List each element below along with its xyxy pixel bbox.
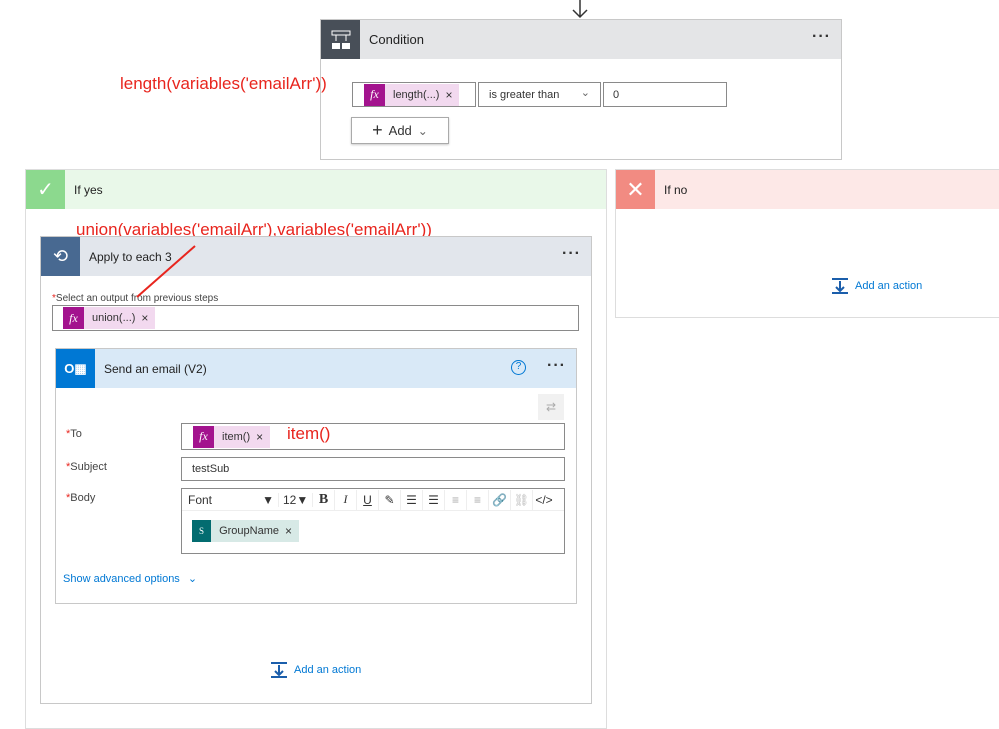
chevron-down-icon: ⌄ xyxy=(417,123,428,138)
x-icon: ✕ xyxy=(616,170,655,209)
more-options-icon[interactable]: ··· xyxy=(547,358,566,374)
if-no-title: If no xyxy=(664,182,688,197)
annotation-length: length(variables('emailArr')) xyxy=(120,74,327,93)
italic-icon[interactable]: I xyxy=(335,489,357,510)
expression-token[interactable]: fx union(...) × xyxy=(63,307,156,329)
chevron-down-icon: ⌄ xyxy=(187,573,198,585)
subject-field[interactable]: testSub xyxy=(181,457,565,481)
body-toolbar: Font ▼ 12▼ B I U ✎ ☰ ☰ ≡ ≡ 🔗 ⛓ </> xyxy=(182,489,564,511)
plus-icon: + xyxy=(372,120,383,140)
size-dropdown[interactable]: 12▼ xyxy=(279,492,313,507)
more-options-icon[interactable]: ··· xyxy=(812,29,831,45)
code-view-icon[interactable]: </> xyxy=(533,490,555,510)
token-label: item() xyxy=(222,430,251,443)
add-button[interactable]: + Add ⌄ xyxy=(351,117,449,144)
sharepoint-icon: S xyxy=(192,520,212,542)
if-no-header[interactable]: ✕ If no xyxy=(616,170,999,209)
token-label: GroupName xyxy=(219,525,279,537)
body-label: Body xyxy=(70,492,96,504)
help-icon[interactable]: ? xyxy=(511,360,526,375)
body-editor[interactable]: Font ▼ 12▼ B I U ✎ ☰ ☰ ≡ ≡ 🔗 ⛓ </> S Group… xyxy=(181,488,565,554)
font-dropdown[interactable]: Font ▼ xyxy=(184,492,279,507)
increase-indent-icon[interactable]: ≡ xyxy=(467,489,489,510)
show-advanced-options[interactable]: Show advanced options ⌄ xyxy=(63,572,197,585)
link-icon[interactable]: 🔗 xyxy=(489,489,511,510)
send-email-header[interactable]: O▦ Send an email (V2) ? ··· xyxy=(56,349,576,388)
condition-card: Condition ··· fx length(...) × is greater … xyxy=(320,19,842,160)
fx-icon: fx xyxy=(63,307,84,329)
select-output-field[interactable]: fx union(...) × xyxy=(52,305,579,331)
send-email-card: O▦ Send an email (V2) ? ··· ⇄ *To fx item… xyxy=(55,348,577,604)
check-icon: ✓ xyxy=(26,170,65,209)
if-yes-title: If yes xyxy=(74,182,103,197)
if-yes-header[interactable]: ✓ If yes xyxy=(26,170,606,209)
add-action-button[interactable]: Add an action xyxy=(831,277,922,295)
add-action-label: Add an action xyxy=(855,280,923,292)
bold-icon[interactable]: B xyxy=(313,489,335,510)
remove-token-icon[interactable]: × xyxy=(256,430,270,444)
condition-operand-field[interactable]: fx length(...) × xyxy=(352,82,476,107)
unlink-icon[interactable]: ⛓ xyxy=(511,489,533,510)
add-action-icon xyxy=(271,662,287,678)
remove-token-icon[interactable]: × xyxy=(141,311,155,325)
underline-icon[interactable]: U xyxy=(357,489,379,510)
more-options-icon[interactable]: ··· xyxy=(562,246,581,262)
outlook-icon: O▦ xyxy=(56,349,95,388)
remove-token-icon[interactable]: × xyxy=(285,524,299,538)
fx-icon: fx xyxy=(193,425,214,448)
chevron-down-icon: ⌄ xyxy=(580,87,590,99)
loop-icon: ⟲ xyxy=(41,237,80,276)
bullet-list-icon[interactable]: ☰ xyxy=(401,489,423,510)
condition-value-field[interactable]: 0 xyxy=(603,82,727,107)
if-no-branch: ✕ If no Add an action xyxy=(615,169,999,318)
add-action-label: Add an action xyxy=(294,664,362,676)
condition-header[interactable]: Condition ··· xyxy=(321,20,841,59)
subject-label: Subject xyxy=(70,461,107,473)
apply-to-each-header[interactable]: ⟲ Apply to each 3 ··· xyxy=(41,237,591,276)
numbered-list-icon[interactable]: ☰ xyxy=(423,489,445,510)
dynamic-content-token[interactable]: S GroupName × xyxy=(192,520,299,542)
size-value: 12 xyxy=(283,492,297,507)
operator-value: is greater than xyxy=(489,88,560,101)
send-email-title: Send an email (V2) xyxy=(104,361,207,376)
down-arrow-icon xyxy=(572,0,588,19)
apply-to-each-title: Apply to each 3 xyxy=(89,249,172,264)
to-label: To xyxy=(70,428,82,440)
token-label: length(...) xyxy=(393,88,440,101)
subject-value: testSub xyxy=(192,463,230,475)
highlight-icon[interactable]: ✎ xyxy=(379,489,401,510)
condition-icon xyxy=(321,20,360,59)
fx-icon: fx xyxy=(364,83,385,106)
expression-token[interactable]: fx item() × xyxy=(193,425,271,448)
token-label: union(...) xyxy=(92,312,136,324)
decrease-indent-icon[interactable]: ≡ xyxy=(445,489,467,510)
add-action-button[interactable]: Add an action xyxy=(270,661,361,679)
swap-icon[interactable]: ⇄ xyxy=(538,394,564,420)
advanced-label: Show advanced options xyxy=(63,573,180,585)
to-field[interactable]: fx item() × xyxy=(181,423,565,450)
apply-to-each-card: ⟲ Apply to each 3 ··· *Select an output … xyxy=(40,236,592,704)
add-action-icon xyxy=(832,278,848,294)
font-value: Font xyxy=(188,492,213,507)
add-label: Add xyxy=(388,123,412,138)
expression-token[interactable]: fx length(...) × xyxy=(364,83,460,106)
operator-dropdown[interactable]: is greater than ⌄ xyxy=(478,82,601,107)
annotation-item: item() xyxy=(287,424,331,443)
select-output-label: Select an output from previous steps xyxy=(55,293,219,304)
value-text: 0 xyxy=(613,88,620,101)
remove-token-icon[interactable]: × xyxy=(445,88,459,102)
condition-title: Condition xyxy=(369,32,424,47)
